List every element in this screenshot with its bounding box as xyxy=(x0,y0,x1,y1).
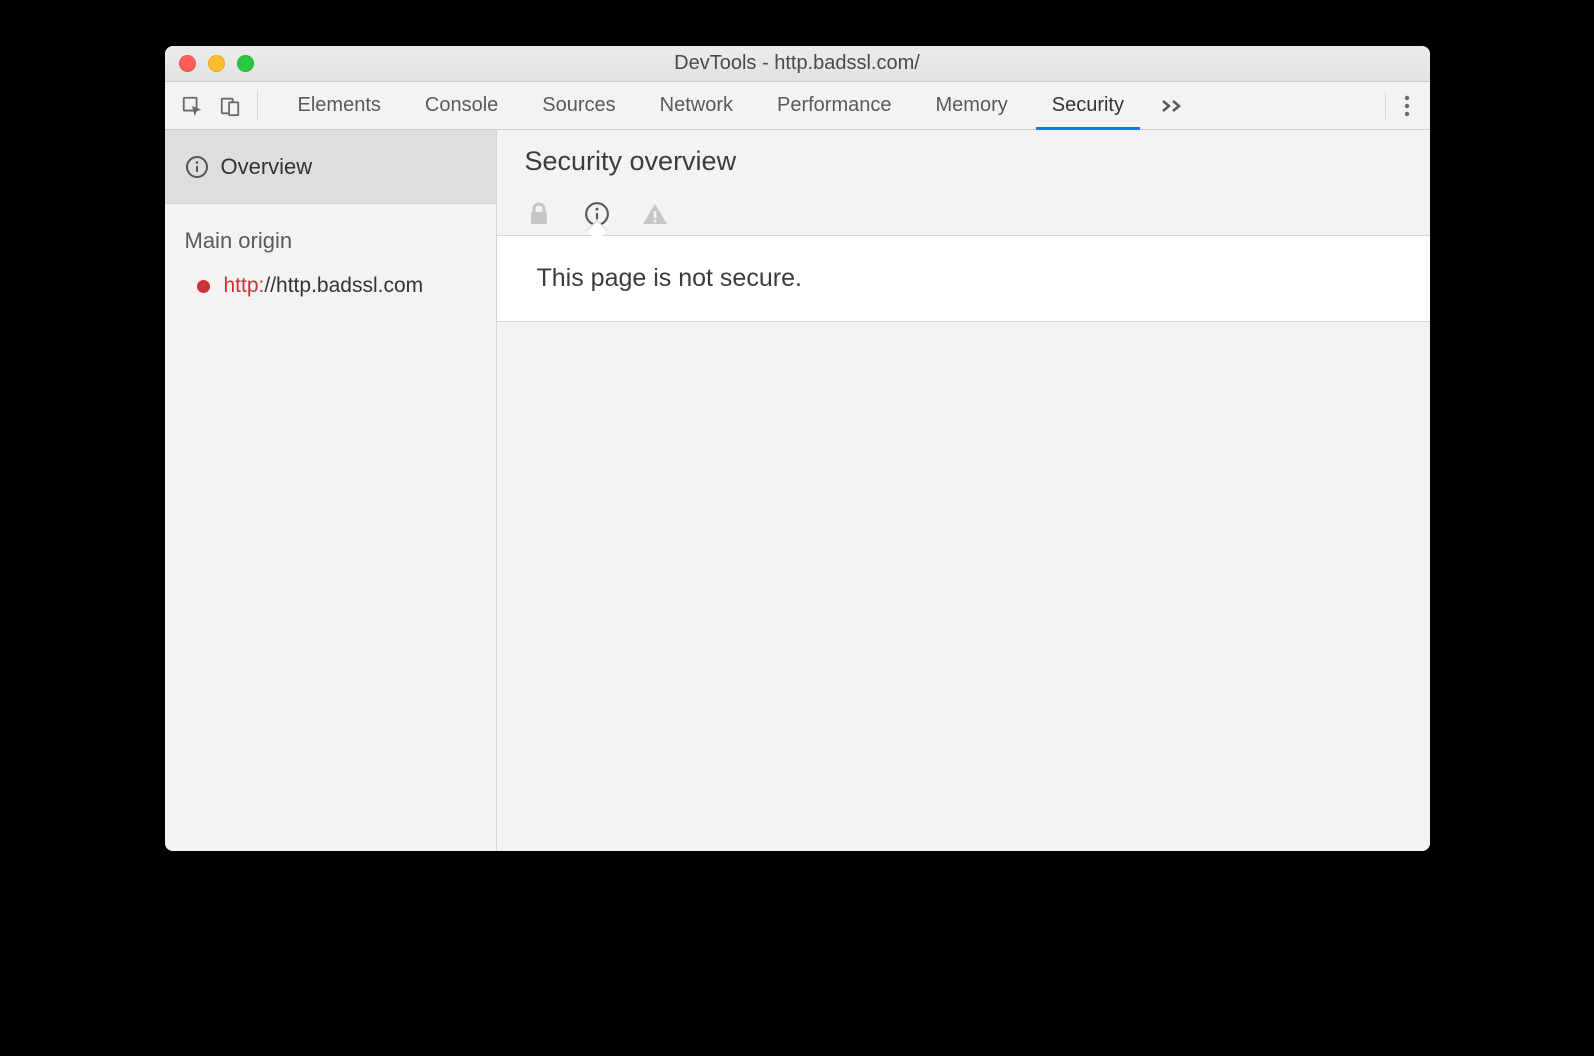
secure-lock-icon xyxy=(525,202,553,226)
window-title: DevTools - http.badssl.com/ xyxy=(674,52,920,75)
info-indicator-icon xyxy=(583,201,611,227)
tab-security[interactable]: Security xyxy=(1030,82,1146,129)
content-area: Overview Main origin http://http.badssl.… xyxy=(165,130,1430,851)
security-indicator-row xyxy=(497,187,1430,233)
more-options-icon[interactable] xyxy=(1404,95,1410,117)
tab-elements[interactable]: Elements xyxy=(276,82,403,129)
sidebar-section-main-origin: Main origin xyxy=(165,204,496,264)
inspect-element-icon[interactable] xyxy=(181,95,203,117)
tabbar: Elements Console Sources Network Perform… xyxy=(165,82,1430,130)
tabbar-right xyxy=(1385,93,1420,119)
tab-memory[interactable]: Memory xyxy=(914,82,1030,129)
origin-status-dot-icon xyxy=(197,280,210,293)
devtools-window: DevTools - http.badssl.com/ Elements Con… xyxy=(165,46,1430,851)
security-overview-title: Security overview xyxy=(525,146,1402,177)
tab-performance[interactable]: Performance xyxy=(755,82,914,129)
tab-sources[interactable]: Sources xyxy=(520,82,637,129)
minimize-window-button[interactable] xyxy=(208,55,225,72)
overflow-tabs-button[interactable] xyxy=(1146,82,1198,129)
tabbar-left-icons xyxy=(175,91,258,121)
sidebar-item-overview[interactable]: Overview xyxy=(165,130,496,204)
origin-scheme: http: xyxy=(224,274,265,297)
tabs: Elements Console Sources Network Perform… xyxy=(276,82,1198,129)
device-toolbar-icon[interactable] xyxy=(219,95,241,117)
warning-triangle-icon xyxy=(641,202,669,226)
security-sidebar: Overview Main origin http://http.badssl.… xyxy=(165,130,497,851)
main-header: Security overview xyxy=(497,130,1430,187)
security-main: Security overview xyxy=(497,130,1430,851)
tab-network[interactable]: Network xyxy=(638,82,755,129)
tab-console[interactable]: Console xyxy=(403,82,520,129)
maximize-window-button[interactable] xyxy=(237,55,254,72)
close-window-button[interactable] xyxy=(179,55,196,72)
sidebar-item-origin[interactable]: http://http.badssl.com xyxy=(165,264,496,308)
security-notice: This page is not secure. xyxy=(497,235,1430,322)
traffic-lights xyxy=(179,55,254,72)
origin-url: http://http.badssl.com xyxy=(224,274,424,298)
separator xyxy=(1385,93,1386,119)
sidebar-overview-label: Overview xyxy=(221,154,313,180)
titlebar: DevTools - http.badssl.com/ xyxy=(165,46,1430,82)
info-icon xyxy=(185,155,209,179)
origin-host: //http.badssl.com xyxy=(264,274,423,297)
